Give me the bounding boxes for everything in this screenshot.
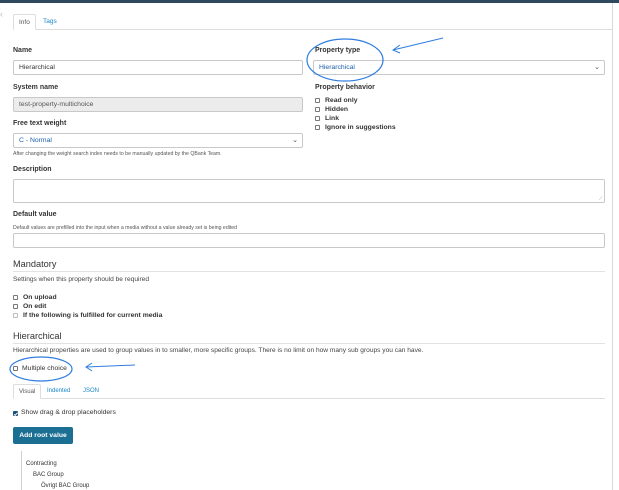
show-placeholders-checkbox[interactable] bbox=[13, 411, 18, 416]
tree-node[interactable]: Contracting bbox=[26, 461, 57, 467]
description-label: Description bbox=[13, 166, 52, 173]
view-tab-bar: Visual Indented JSON bbox=[13, 384, 605, 399]
free-text-weight-label: Free text weight bbox=[13, 120, 67, 127]
mandatory-description: Settings when this property should be re… bbox=[13, 276, 149, 283]
read-only-label: Read only bbox=[325, 97, 358, 104]
name-input[interactable]: Hierarchical bbox=[13, 60, 303, 75]
ignore-suggestions-checkbox[interactable] bbox=[315, 125, 320, 130]
tab-json[interactable]: JSON bbox=[78, 384, 104, 399]
property-type-select[interactable]: Hierarchical ⌄ bbox=[313, 60, 605, 75]
description-textarea[interactable] bbox=[13, 179, 605, 203]
multiple-choice-checkbox[interactable] bbox=[13, 366, 18, 371]
link-checkbox[interactable] bbox=[315, 116, 320, 121]
read-only-checkbox[interactable] bbox=[315, 98, 320, 103]
free-text-weight-select[interactable]: C - Normal ⌄ bbox=[13, 133, 303, 148]
free-text-weight-help: After changing the weight search index n… bbox=[13, 151, 222, 157]
tree-guide-line bbox=[21, 451, 22, 490]
add-root-value-button[interactable]: Add root value bbox=[13, 427, 73, 444]
on-upload-checkbox[interactable] bbox=[13, 295, 18, 300]
tree-node[interactable]: BAC Group bbox=[33, 472, 64, 478]
default-value-label: Default value bbox=[13, 211, 57, 218]
panel-right-border bbox=[612, 3, 613, 490]
show-placeholders-label: Show drag & drop placeholders bbox=[21, 409, 116, 416]
arrowhead-icon bbox=[85, 362, 93, 372]
condition-label: If the following is fulfilled for curren… bbox=[23, 312, 163, 319]
property-type-label: Property type bbox=[315, 47, 361, 54]
top-bar bbox=[0, 0, 619, 3]
on-edit-checkbox[interactable] bbox=[13, 304, 18, 309]
name-label: Name bbox=[13, 47, 33, 54]
mandatory-divider bbox=[13, 271, 605, 272]
system-name-input: test-property-multichoice bbox=[13, 97, 303, 112]
arrowhead-icon bbox=[391, 44, 401, 54]
multiple-choice-label: Multiple choice bbox=[22, 365, 67, 372]
on-upload-label: On upload bbox=[23, 294, 57, 301]
tab-info[interactable]: Info bbox=[13, 14, 36, 30]
on-edit-label: On edit bbox=[23, 303, 47, 310]
tab-bar: Info Tags bbox=[13, 14, 612, 30]
link-label: Link bbox=[325, 115, 339, 122]
property-type-value: Hierarchical bbox=[319, 64, 355, 71]
condition-checkbox[interactable] bbox=[13, 313, 18, 318]
chevron-down-icon: ⌄ bbox=[594, 64, 600, 71]
mandatory-heading: Mandatory bbox=[13, 259, 57, 269]
property-behavior-label: Property behavior bbox=[315, 84, 375, 91]
hierarchical-divider bbox=[13, 343, 605, 344]
default-value-input[interactable] bbox=[13, 233, 605, 248]
hierarchical-heading: Hierarchical bbox=[13, 331, 62, 341]
chevron-left-icon[interactable]: ‹ bbox=[0, 9, 3, 19]
hidden-checkbox[interactable] bbox=[315, 107, 320, 112]
ignore-suggestions-label: Ignore in suggestions bbox=[325, 124, 396, 131]
annotation-arrow bbox=[392, 37, 444, 51]
free-text-weight-value: C - Normal bbox=[19, 137, 52, 144]
system-name-label: System name bbox=[13, 84, 59, 91]
default-value-help: Default values are prefilled into the in… bbox=[13, 225, 238, 231]
resize-handle-icon[interactable]: ⟋ bbox=[599, 196, 603, 202]
tree-node[interactable]: Övrigt BAC Group bbox=[41, 483, 89, 489]
tab-indented[interactable]: Indented bbox=[42, 384, 75, 399]
chevron-down-icon: ⌄ bbox=[292, 137, 298, 144]
hierarchical-description: Hierarchical properties are used to grou… bbox=[13, 347, 424, 354]
hidden-label: Hidden bbox=[325, 106, 349, 113]
annotation-arrow bbox=[85, 364, 136, 368]
tab-visual[interactable]: Visual bbox=[13, 384, 42, 399]
tab-tags[interactable]: Tags bbox=[38, 14, 62, 30]
